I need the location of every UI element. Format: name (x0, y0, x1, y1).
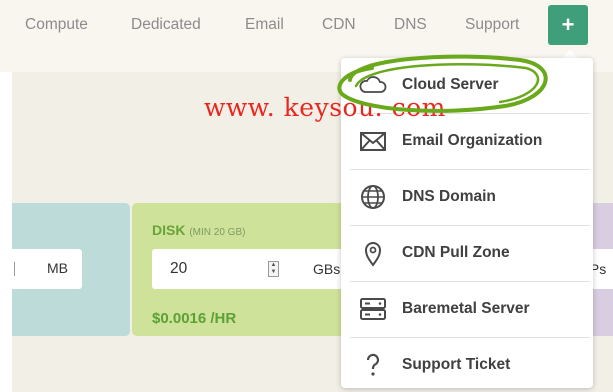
nav-dedicated[interactable]: Dedicated (131, 16, 201, 34)
menu-item-support-ticket[interactable]: Support Ticket (350, 338, 590, 392)
menu-item-label: Support Ticket (402, 356, 511, 373)
nav-dns[interactable]: DNS (394, 16, 427, 34)
add-new-button[interactable]: + (548, 5, 588, 45)
nav-cdn[interactable]: CDN (322, 16, 356, 34)
disk-price: $0.0016 /HR (152, 310, 237, 327)
memory-unit-label: MB (47, 260, 68, 276)
menu-item-label: Baremetal Server (402, 300, 530, 317)
plus-icon: + (561, 12, 575, 37)
menu-item-email-organization[interactable]: Email Organization (350, 114, 590, 168)
nav-email[interactable]: Email (245, 16, 284, 34)
envelope-icon (358, 127, 388, 155)
disk-title: DISK (MIN 20 GB) (152, 222, 245, 238)
menu-item-dns-domain[interactable]: DNS Domain (350, 170, 590, 224)
disk-stepper[interactable]: ▲ ▼ (268, 261, 279, 277)
menu-item-baremetal-server[interactable]: Baremetal Server (350, 282, 590, 336)
stepper-up-icon[interactable]: ▲ (269, 262, 278, 269)
menu-item-label: Email Organization (402, 132, 543, 149)
watermark-text: www. keysou. com (204, 93, 446, 122)
nav-compute[interactable]: Compute (25, 16, 88, 34)
menu-item-label: Cloud Server (402, 76, 499, 93)
menu-item-cdn-pull-zone[interactable]: CDN Pull Zone (350, 226, 590, 280)
globe-icon (358, 183, 388, 211)
nav-support[interactable]: Support (465, 16, 519, 34)
menu-item-label: CDN Pull Zone (402, 244, 510, 261)
disk-unit-label: GBs (313, 261, 341, 277)
menu-pointer (562, 50, 578, 58)
map-pin-icon (358, 239, 388, 267)
menu-item-label: DNS Domain (402, 188, 496, 205)
disk-minimum-note: (MIN 20 GB) (189, 227, 246, 238)
disk-title-text: DISK (152, 222, 186, 238)
server-icon (358, 295, 388, 323)
disk-size-value[interactable]: 20 (170, 260, 187, 278)
question-mark-icon (358, 351, 388, 379)
memory-spinner[interactable] (12, 262, 15, 276)
stepper-down-icon[interactable]: ▼ (269, 269, 278, 276)
